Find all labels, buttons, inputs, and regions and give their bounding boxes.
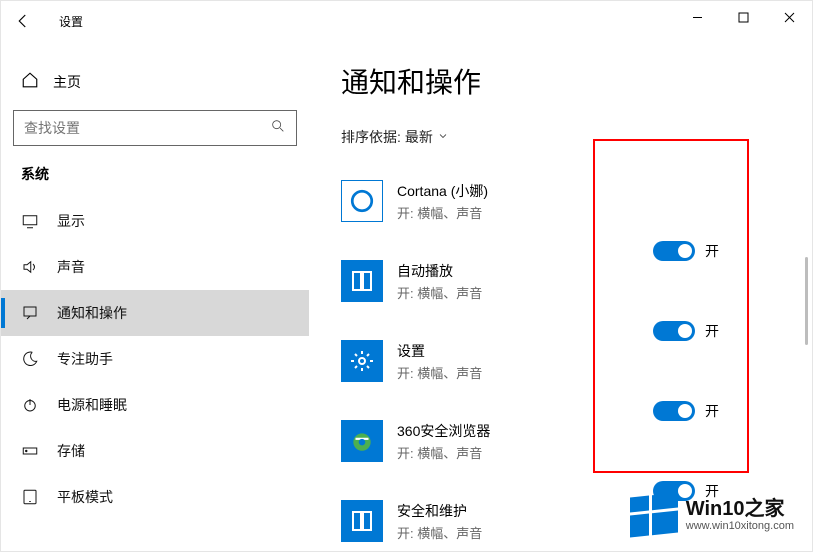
watermark: Win10之家 www.win10xitong.com [630, 495, 794, 535]
sidebar-item-display[interactable]: 显示 [1, 198, 309, 244]
close-button[interactable] [766, 1, 812, 33]
scrollbar[interactable] [805, 257, 808, 345]
sidebar-item-label: 通知和操作 [57, 303, 127, 323]
app-name: 设置 [397, 341, 482, 361]
security-icon [341, 500, 383, 542]
autoplay-icon [341, 260, 383, 302]
search-input[interactable] [24, 120, 270, 136]
sidebar-item-label: 专注助手 [57, 349, 113, 369]
app-row[interactable]: 自动播放 开: 横幅、声音 开 [341, 241, 788, 321]
watermark-title: Win10之家 [686, 498, 794, 520]
home-label: 主页 [53, 72, 81, 92]
sidebar-item-tablet[interactable]: 平板模式 [1, 474, 309, 520]
app-name: 自动播放 [397, 261, 482, 281]
tablet-icon [21, 488, 39, 506]
maximize-button[interactable] [720, 1, 766, 33]
app-row[interactable]: Cortana (小娜) 开: 横幅、声音 开 [341, 161, 788, 241]
sidebar-item-sound[interactable]: 声音 [1, 244, 309, 290]
sidebar-item-label: 电源和睡眠 [57, 395, 127, 415]
app-name: 360安全浏览器 [397, 421, 490, 441]
app-name: 安全和维护 [397, 501, 482, 521]
sort-prefix: 排序依据: [341, 127, 401, 147]
back-button[interactable] [1, 1, 45, 41]
app-sub: 开: 横幅、声音 [397, 203, 488, 222]
windows-logo-icon [630, 492, 678, 537]
sort-dropdown[interactable]: 排序依据: 最新 [341, 127, 788, 147]
app-row[interactable]: 设置 开: 横幅、声音 开 [341, 321, 788, 401]
sidebar: 主页 系统 显示 声音 通知和操作 专注助手 电源和睡眠 存储 平板模式 [1, 41, 309, 553]
home-link[interactable]: 主页 [1, 61, 309, 102]
sidebar-item-label: 平板模式 [57, 487, 113, 507]
sidebar-item-label: 显示 [57, 211, 85, 231]
category-label: 系统 [1, 164, 309, 198]
settings-icon [341, 340, 383, 382]
watermark-url: www.win10xitong.com [686, 520, 794, 532]
browser-icon [341, 420, 383, 462]
power-icon [21, 396, 39, 414]
notification-icon [21, 304, 39, 322]
sidebar-item-power[interactable]: 电源和睡眠 [1, 382, 309, 428]
sidebar-item-label: 存储 [57, 441, 85, 461]
storage-icon [21, 442, 39, 460]
page-title: 通知和操作 [341, 61, 788, 101]
main-panel: 通知和操作 排序依据: 最新 Cortana (小娜) 开: 横幅、声音 开 [317, 41, 812, 551]
minimize-button[interactable] [674, 1, 720, 33]
sidebar-item-notifications[interactable]: 通知和操作 [1, 290, 309, 336]
app-sub: 开: 横幅、声音 [397, 523, 482, 542]
search-icon [270, 118, 286, 139]
sort-value: 最新 [405, 127, 433, 147]
search-input-container[interactable] [13, 110, 297, 146]
app-name: Cortana (小娜) [397, 181, 488, 201]
moon-icon [21, 350, 39, 368]
sound-icon [21, 258, 39, 276]
app-row[interactable]: 360安全浏览器 开: 横幅、声音 开 [341, 401, 788, 481]
chevron-down-icon [437, 129, 449, 145]
display-icon [21, 212, 39, 230]
home-icon [21, 71, 39, 92]
sidebar-item-focus[interactable]: 专注助手 [1, 336, 309, 382]
app-sub: 开: 横幅、声音 [397, 443, 490, 462]
sidebar-item-storage[interactable]: 存储 [1, 428, 309, 474]
app-sub: 开: 横幅、声音 [397, 363, 482, 382]
window-title: 设置 [59, 13, 83, 30]
cortana-icon [341, 180, 383, 222]
sidebar-item-label: 声音 [57, 257, 85, 277]
app-sub: 开: 横幅、声音 [397, 283, 482, 302]
